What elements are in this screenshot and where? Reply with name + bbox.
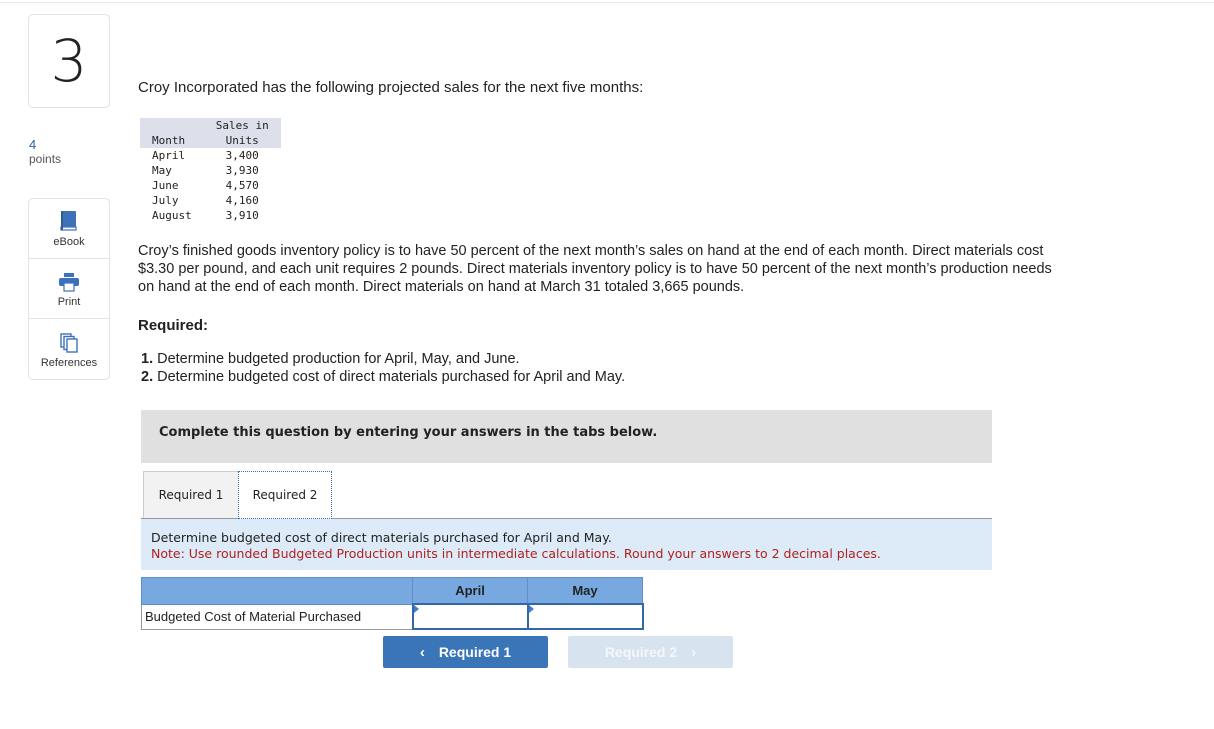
required-item-text: Determine budgeted production for April,…: [153, 351, 520, 367]
instruction-note: Note: Use rounded Budgeted Production un…: [151, 546, 881, 561]
points-label: points: [29, 152, 62, 166]
month-cell: April: [152, 149, 186, 162]
required-item-number: 1.: [141, 351, 154, 367]
units-cell: 4,570: [225, 179, 259, 192]
tools-panel: eBook Print References: [28, 198, 110, 380]
instructions-banner: Complete this question by entering your …: [141, 410, 992, 463]
required-item: 1. Determine budgeted production for Apr…: [141, 350, 625, 368]
units-cell: 3,910: [225, 209, 259, 222]
question-number: 3: [28, 14, 110, 108]
input-flag-icon: [528, 605, 534, 613]
book-icon: [59, 210, 79, 232]
sales-table: Month Sales in Units April 3,400 May 3,930…: [140, 118, 281, 223]
month-cell: June: [152, 179, 179, 192]
instruction-text: Determine budgeted cost of direct materi…: [151, 530, 612, 545]
column-header-may: May: [527, 577, 643, 605]
column-header-april: April: [412, 577, 528, 605]
problem-intro: Croy Incorporated has the following proj…: [138, 79, 644, 96]
references-button[interactable]: References: [29, 319, 109, 379]
ebook-label: eBook: [53, 236, 85, 248]
may-cost-input[interactable]: [528, 606, 642, 627]
next-required-2-button[interactable]: Required 2 ›: [568, 636, 733, 668]
required-item: 2. Determine budgeted cost of direct mat…: [141, 368, 625, 386]
table-row: Budgeted Cost of Material Purchased: [141, 603, 644, 630]
print-button[interactable]: Print: [29, 259, 109, 319]
units-cell: 4,160: [225, 194, 259, 207]
units-cell: 3,930: [225, 164, 259, 177]
points-info: 4 points: [29, 137, 61, 167]
points-value: 4: [29, 137, 37, 152]
answer-table: April May Budgeted Cost of Material Purc…: [141, 577, 644, 630]
april-cell: [411, 603, 529, 630]
required-item-number: 2.: [141, 369, 154, 385]
documents-icon: [59, 333, 79, 353]
problem-paragraph: Croy’s finished goods inventory policy i…: [138, 243, 1052, 295]
units-header-line2: Units: [203, 133, 281, 148]
required-item-text: Determine budgeted cost of direct materi…: [153, 369, 626, 385]
banner-text: Complete this question by entering your …: [159, 425, 658, 440]
ebook-button[interactable]: eBook: [29, 199, 109, 259]
chevron-left-icon: ‹: [419, 643, 425, 661]
answer-table-corner: [141, 577, 413, 605]
tab-required-2[interactable]: Required 2: [238, 471, 332, 519]
month-cell: July: [152, 194, 179, 207]
input-flag-icon: [413, 605, 419, 613]
tab-instructions: Determine budgeted cost of direct materi…: [141, 519, 992, 570]
references-label: References: [40, 357, 98, 369]
table-row: May 3,930: [140, 163, 281, 178]
table-row: April 3,400: [140, 148, 281, 163]
prev-required-1-button[interactable]: ‹ Required 1: [383, 636, 548, 668]
prev-button-label: Required 1: [438, 644, 512, 660]
top-divider: [0, 2, 1214, 3]
row-label: Budgeted Cost of Material Purchased: [141, 603, 413, 630]
month-cell: August: [152, 209, 192, 222]
table-row: August 3,910: [140, 208, 281, 223]
print-label: Print: [57, 296, 81, 308]
month-header: Month: [140, 118, 204, 148]
next-button-label: Required 2: [604, 644, 678, 660]
required-title: Required:: [138, 317, 209, 334]
units-header-line1: Sales in: [203, 118, 281, 133]
tab-required-1[interactable]: Required 1: [143, 471, 239, 518]
table-row: June 4,570: [140, 178, 281, 193]
required-list: 1. Determine budgeted production for Apr…: [141, 350, 625, 386]
units-cell: 3,400: [225, 149, 259, 162]
chevron-right-icon: ›: [691, 643, 697, 661]
table-row: July 4,160: [140, 193, 281, 208]
printer-icon: [58, 272, 80, 292]
may-cell: [526, 603, 644, 630]
month-cell: May: [152, 164, 172, 177]
tab-bar: Required 1 Required 2: [141, 471, 992, 519]
april-cost-input[interactable]: [413, 606, 527, 627]
